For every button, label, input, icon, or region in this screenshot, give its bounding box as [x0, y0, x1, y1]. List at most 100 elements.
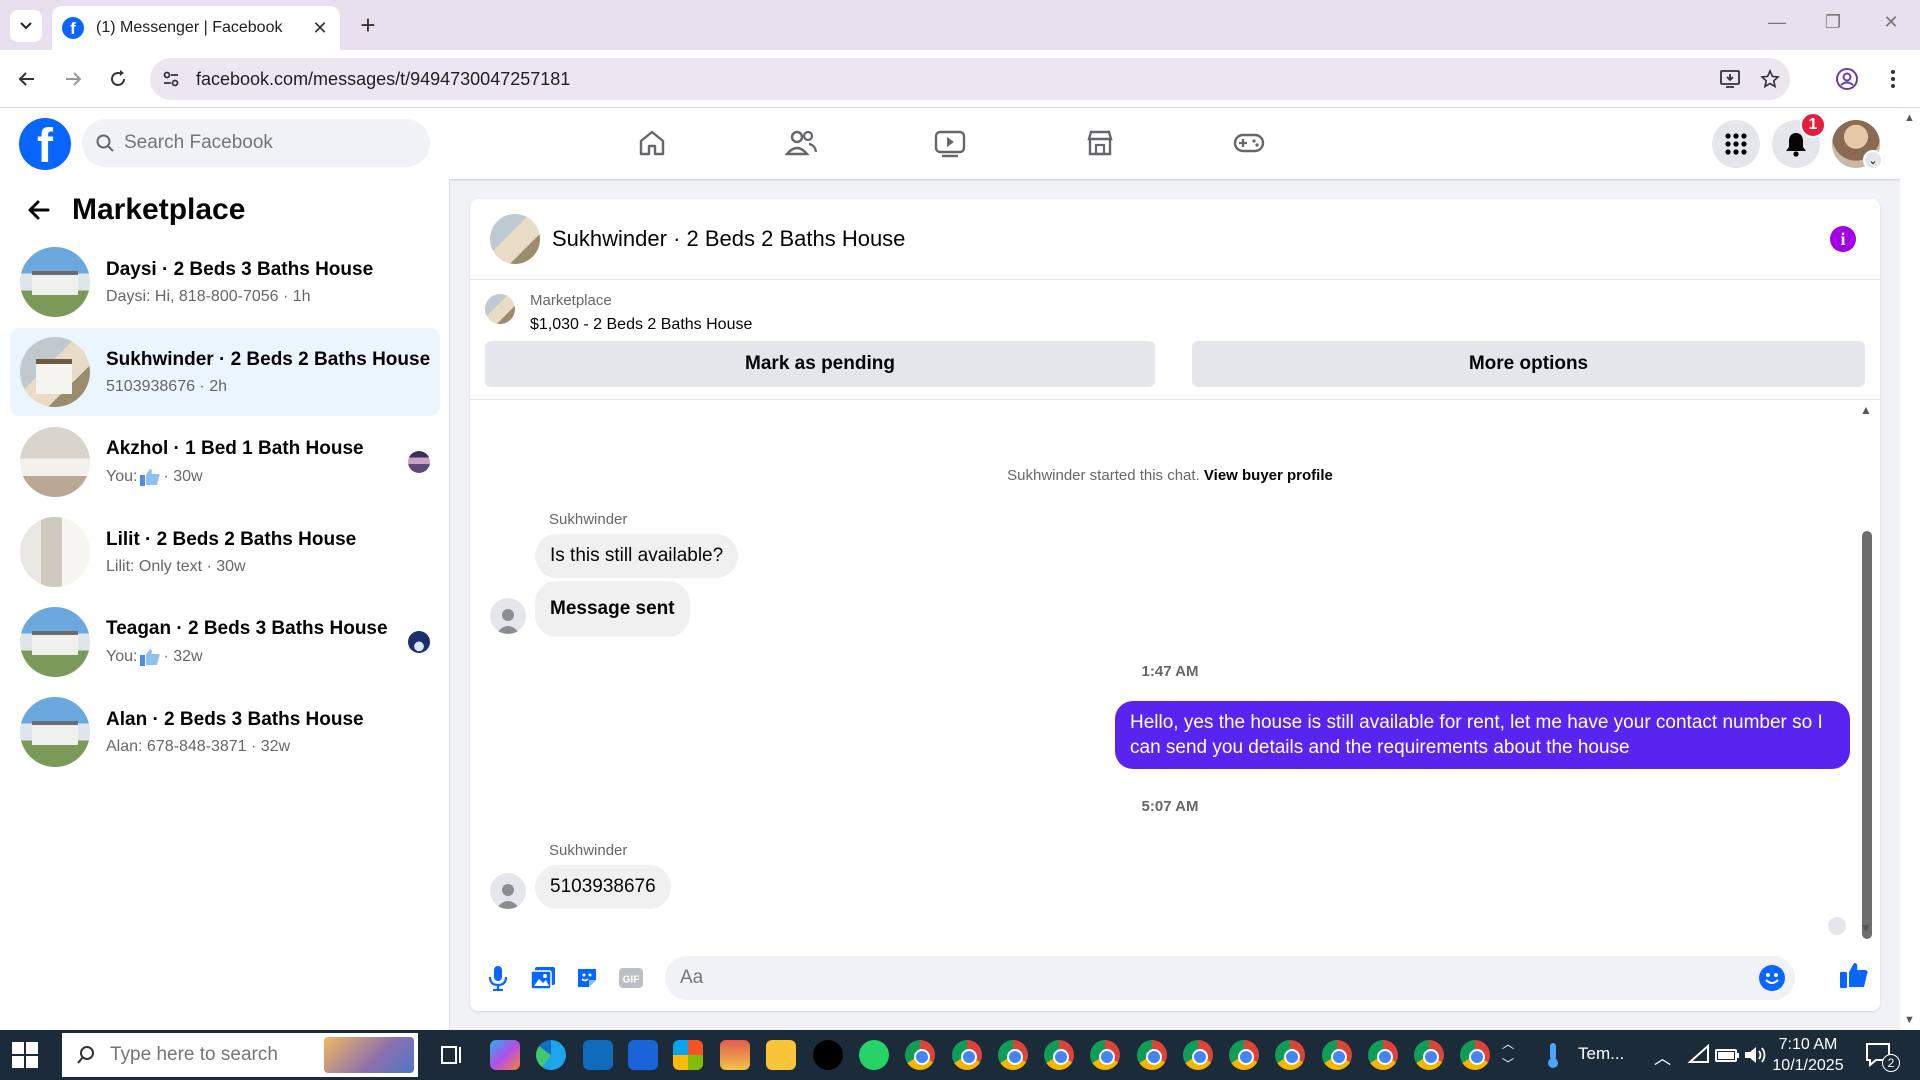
nav-video[interactable] — [920, 118, 980, 168]
battery-icon[interactable] — [1712, 1040, 1742, 1070]
volume-icon[interactable] — [1740, 1040, 1770, 1070]
bookmark-star-icon[interactable] — [1750, 69, 1790, 89]
listing-thumbnail — [20, 697, 90, 767]
chrome-icon[interactable] — [905, 1040, 935, 1070]
chat-title[interactable]: Sukhwinder · 2 Beds 2 Baths House — [552, 226, 905, 252]
conversation-item[interactable]: Lilit · 2 Beds 2 Baths House Lilit: Only… — [10, 508, 440, 596]
chrome-icon[interactable] — [1090, 1040, 1120, 1070]
friends-icon — [785, 130, 817, 156]
conversation-item[interactable]: Akzhol · 1 Bed 1 Bath House You: · 30w — [10, 418, 440, 506]
sender-avatar[interactable] — [490, 598, 526, 634]
listing-price[interactable]: $1,030 - 2 Beds 2 Baths House — [530, 316, 752, 334]
gaming-icon — [1233, 133, 1265, 153]
tab-close-icon[interactable]: ✕ — [310, 18, 330, 39]
chrome-icon[interactable] — [1044, 1040, 1074, 1070]
sticker-button[interactable] — [571, 962, 603, 994]
info-icon[interactable]: i — [1830, 226, 1856, 252]
grid-menu-icon — [1725, 133, 1747, 155]
profile-icon[interactable] — [1830, 62, 1864, 96]
chrome-icon[interactable] — [998, 1040, 1028, 1070]
site-settings-icon[interactable] — [150, 69, 192, 89]
voice-clip-button[interactable] — [482, 962, 514, 994]
whatsapp-icon[interactable] — [859, 1040, 889, 1070]
conversation-item[interactable]: Sukhwinder · 2 Beds 2 Baths House 510393… — [10, 328, 440, 416]
chrome-icon[interactable] — [1322, 1040, 1352, 1070]
edge-icon[interactable] — [536, 1040, 566, 1070]
page-scrollbar[interactable]: ▲ ▼ — [1900, 108, 1920, 1030]
windows-start-icon[interactable] — [12, 1042, 38, 1068]
network-icon[interactable] — [1684, 1040, 1714, 1070]
back-button[interactable] — [10, 62, 44, 96]
chrome-icon[interactable] — [1275, 1040, 1305, 1070]
chat-scroll-up-icon[interactable]: ▲ — [1860, 403, 1872, 417]
url-text[interactable]: facebook.com/messages/t/9494730047257181 — [192, 69, 1710, 90]
scroll-up-icon[interactable]: ▲ — [1904, 112, 1915, 124]
taskbar-search-input[interactable] — [110, 1044, 310, 1066]
gif-button[interactable]: GIF — [615, 962, 647, 994]
more-options-button[interactable]: More options — [1192, 341, 1865, 387]
outlook-icon[interactable] — [583, 1040, 613, 1070]
outgoing-message[interactable]: Hello, yes the house is still available … — [1115, 701, 1850, 769]
chat-scroll-down-icon[interactable]: ▼ — [1860, 921, 1872, 935]
send-like-button[interactable] — [1838, 959, 1870, 991]
nav-home[interactable] — [622, 118, 682, 168]
close-window-icon[interactable]: ✕ — [1876, 12, 1906, 33]
chrome-icon[interactable] — [952, 1040, 982, 1070]
nav-gaming[interactable] — [1219, 118, 1279, 168]
incoming-message[interactable]: Is this still available? — [535, 534, 739, 578]
chrome-icon[interactable] — [1460, 1040, 1490, 1070]
store-icon[interactable] — [673, 1040, 703, 1070]
facebook-search-bar[interactable] — [82, 119, 430, 167]
nav-friends[interactable] — [771, 118, 831, 168]
attach-photo-button[interactable] — [527, 962, 559, 994]
video-icon — [934, 130, 966, 158]
browser-menu-icon[interactable] — [1876, 62, 1910, 96]
message-input-box[interactable] — [665, 956, 1795, 1000]
account-chevron-icon[interactable]: ⌄ — [1863, 150, 1883, 170]
taskbar-scroll-icon[interactable]: ︿ ﹀ — [1502, 1034, 1514, 1074]
conversation-item[interactable]: Teagan · 2 Beds 3 Baths House You: · 32w — [10, 598, 440, 686]
sender-avatar[interactable] — [490, 873, 526, 909]
copilot-icon[interactable] — [490, 1040, 520, 1070]
sidebar-back-button[interactable] — [24, 195, 54, 225]
tiktok-icon[interactable] — [813, 1040, 843, 1070]
hidden-icons-chevron-icon[interactable]: ︿ — [1654, 1044, 1671, 1069]
conversation-item[interactable]: Alan · 2 Beds 3 Baths House Alan: 678-84… — [10, 688, 440, 776]
minimize-window-icon[interactable]: — — [1762, 12, 1792, 33]
restore-window-icon[interactable]: ❐ — [1818, 12, 1848, 33]
view-buyer-profile-link[interactable]: View buyer profile — [1204, 467, 1333, 484]
chrome-icon[interactable] — [1137, 1040, 1167, 1070]
chrome-icon[interactable] — [1368, 1040, 1398, 1070]
tab-search-button[interactable] — [10, 10, 42, 42]
chat-scrollbar[interactable] — [1862, 531, 1872, 939]
file-explorer-icon[interactable] — [766, 1040, 796, 1070]
taskbar-search[interactable] — [62, 1033, 418, 1077]
paint-icon[interactable] — [720, 1040, 750, 1070]
incoming-message[interactable]: 5103938676 — [535, 865, 671, 909]
incoming-message[interactable]: Message sent — [535, 581, 690, 637]
scroll-down-icon[interactable]: ▼ — [1904, 1014, 1915, 1026]
address-bar[interactable]: facebook.com/messages/t/9494730047257181 — [150, 58, 1790, 100]
emoji-icon[interactable] — [1759, 965, 1785, 991]
facebook-logo-icon[interactable]: f — [19, 118, 71, 170]
browser-tab-messenger[interactable]: f (1) Messenger | Facebook ✕ — [52, 6, 340, 50]
message-input[interactable] — [680, 967, 1740, 989]
chrome-icon[interactable] — [1414, 1040, 1444, 1070]
chat-avatar[interactable] — [490, 214, 540, 264]
forward-button[interactable] — [56, 62, 90, 96]
whiteboard-icon[interactable] — [628, 1040, 658, 1070]
chrome-icon[interactable] — [1183, 1040, 1213, 1070]
menu-button[interactable] — [1712, 120, 1760, 168]
nav-marketplace[interactable] — [1070, 118, 1130, 168]
new-tab-button[interactable]: + — [352, 10, 384, 42]
chrome-icon[interactable] — [1229, 1040, 1259, 1070]
conversation-item[interactable]: Daysi · 2 Beds 3 Baths House Daysi: Hi, … — [10, 238, 440, 326]
weather-text[interactable]: Tem... — [1578, 1044, 1624, 1064]
task-view-icon[interactable] — [436, 1040, 466, 1070]
mark-as-pending-button[interactable]: Mark as pending — [485, 341, 1155, 387]
install-app-icon[interactable] — [1710, 69, 1750, 89]
taskbar-clock[interactable]: 7:10 AM 10/1/2025 — [1768, 1034, 1848, 1076]
reload-button[interactable] — [101, 62, 135, 96]
notification-center-button[interactable]: 2 — [1864, 1040, 1904, 1072]
facebook-search-input[interactable] — [124, 132, 404, 154]
